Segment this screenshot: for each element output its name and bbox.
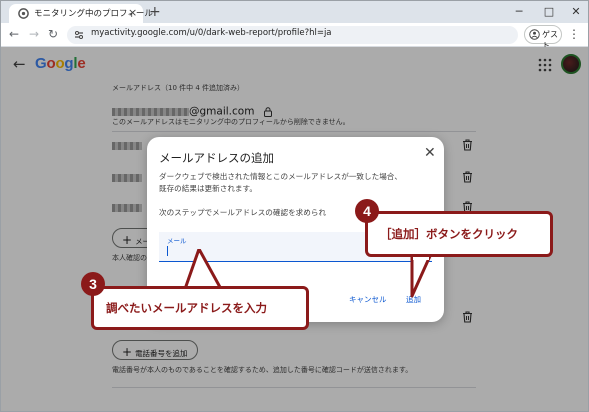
step-3-badge: 3 [81,272,105,296]
maximize-button[interactable]: □ [539,3,559,20]
site-info-icon[interactable] [73,29,85,41]
close-window-button[interactable]: ✕ [566,3,586,20]
address-bar[interactable]: myactivity.google.com/u/0/dark-web-repor… [67,26,518,44]
callout-step-4-text: ［追加］ボタンをクリック [380,227,518,241]
text-cursor [167,246,168,256]
dialog-verify-note: 次のステップでメールアドレスの確認を求められ [159,208,327,217]
guest-icon [529,29,540,40]
url-text: myactivity.google.com/u/0/dark-web-repor… [91,28,332,38]
callout-step-3-text: 調べたいメールアドレスを入力 [106,301,267,315]
callout-4-pointer [410,256,432,298]
browser-menu-icon[interactable]: ⋮ [568,26,580,42]
google-favicon-icon [18,8,29,19]
reload-icon[interactable]: ↻ [45,26,61,42]
dialog-description: ダークウェブで検出された情報とこのメールアドレスが一致した場合、 [159,172,402,181]
new-tab-button[interactable]: + [149,4,161,20]
tab-close-icon[interactable]: × [128,6,137,20]
email-field-label: メール [167,237,187,245]
minimize-button[interactable]: ─ [509,3,529,20]
browser-window: モニタリング中のプロフィール × + ─ □ ✕ ← → ↻ myactivit… [0,0,589,412]
step-4-badge: 4 [355,199,379,223]
callout-step-4: ［追加］ボタンをクリック [365,211,553,257]
tab-active[interactable]: モニタリング中のプロフィール × [9,4,153,23]
dialog-description: 既存の結果は更新されます。 [159,184,257,193]
back-icon[interactable]: ← [6,26,22,42]
dialog-title: メールアドレスの追加 [159,151,274,165]
dialog-close-icon[interactable]: ✕ [424,146,436,160]
browser-toolbar: ← → ↻ myactivity.google.com/u/0/dark-web… [1,23,588,50]
guest-profile-button[interactable]: ゲスト [524,25,562,50]
forward-icon[interactable]: → [26,26,42,42]
callout-step-3: 調べたいメールアドレスを入力 [91,286,309,330]
callout-3-pointer [183,249,223,291]
tab-strip: モニタリング中のプロフィール × + ─ □ ✕ [1,1,588,23]
cancel-button[interactable]: キャンセル [349,294,387,305]
